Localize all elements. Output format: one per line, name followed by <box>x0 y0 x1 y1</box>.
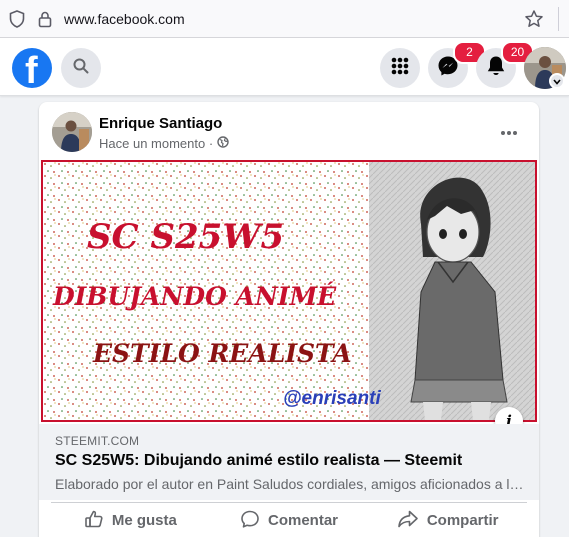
chevron-down-icon <box>553 72 561 90</box>
search-icon <box>72 57 90 80</box>
post-more-options-button[interactable] <box>494 117 524 147</box>
share-label: Compartir <box>426 512 499 529</box>
like-label: Me gusta <box>111 512 177 529</box>
share-button[interactable]: Compartir <box>368 503 527 537</box>
author-avatar[interactable] <box>52 112 92 152</box>
link-description: Elaborado por el autor en Paint Saludos … <box>55 476 525 492</box>
search-button[interactable] <box>61 48 101 88</box>
post-card: Enrique Santiago Hace un momento · SC S2… <box>39 102 539 537</box>
grid-menu-icon <box>390 56 410 81</box>
post-timestamp[interactable]: Hace un momento · <box>99 136 229 151</box>
like-button[interactable]: Me gusta <box>51 503 210 537</box>
account-caret-button[interactable] <box>549 73 565 89</box>
share-icon <box>397 509 419 533</box>
post-actions-bar: Me gusta Comentar Compartir <box>51 502 527 537</box>
post-time-text: Hace un momento · <box>99 136 214 151</box>
globe-icon <box>217 136 229 151</box>
link-preview[interactable]: SC S25W5 DIBUJANDO ANIMÉ ESTILO REALISTA… <box>39 160 539 500</box>
comment-icon <box>240 509 260 533</box>
messenger-button[interactable]: 2 <box>428 41 486 88</box>
facebook-logo[interactable]: f <box>12 48 52 88</box>
image-title-line-2: DIBUJANDO ANIMÉ <box>53 282 337 311</box>
toolbar-divider <box>558 7 559 31</box>
comment-label: Comentar <box>268 512 339 529</box>
link-preview-image[interactable]: SC S25W5 DIBUJANDO ANIMÉ ESTILO REALISTA… <box>41 160 537 422</box>
link-title: SC S25W5: Dibujando animé estilo realist… <box>55 452 463 469</box>
link-preview-meta[interactable]: STEEMIT.COM SC S25W5: Dibujando animé es… <box>39 424 539 500</box>
post-author-name[interactable]: Enrique Santiago <box>99 115 222 132</box>
more-horizontal-icon <box>500 123 518 141</box>
facebook-top-nav: f 2 20 <box>0 38 569 96</box>
link-domain: STEEMIT.COM <box>55 434 140 448</box>
browser-toolbar: www.facebook.com <box>0 0 569 38</box>
address-bar-url[interactable]: www.facebook.com <box>64 11 185 27</box>
bookmark-star-icon[interactable] <box>524 9 544 34</box>
shield-icon[interactable] <box>9 10 25 33</box>
lock-icon[interactable] <box>37 10 53 33</box>
comment-button[interactable]: Comentar <box>210 503 369 537</box>
image-title-line-1: SC S25W5 <box>87 217 285 257</box>
menu-button[interactable] <box>380 48 420 88</box>
notifications-button[interactable]: 20 <box>476 41 534 88</box>
thumbs-up-icon <box>84 509 104 533</box>
image-handle: @enrisanti <box>283 388 381 409</box>
image-title-line-3: ESTILO REALISTA <box>93 339 352 368</box>
